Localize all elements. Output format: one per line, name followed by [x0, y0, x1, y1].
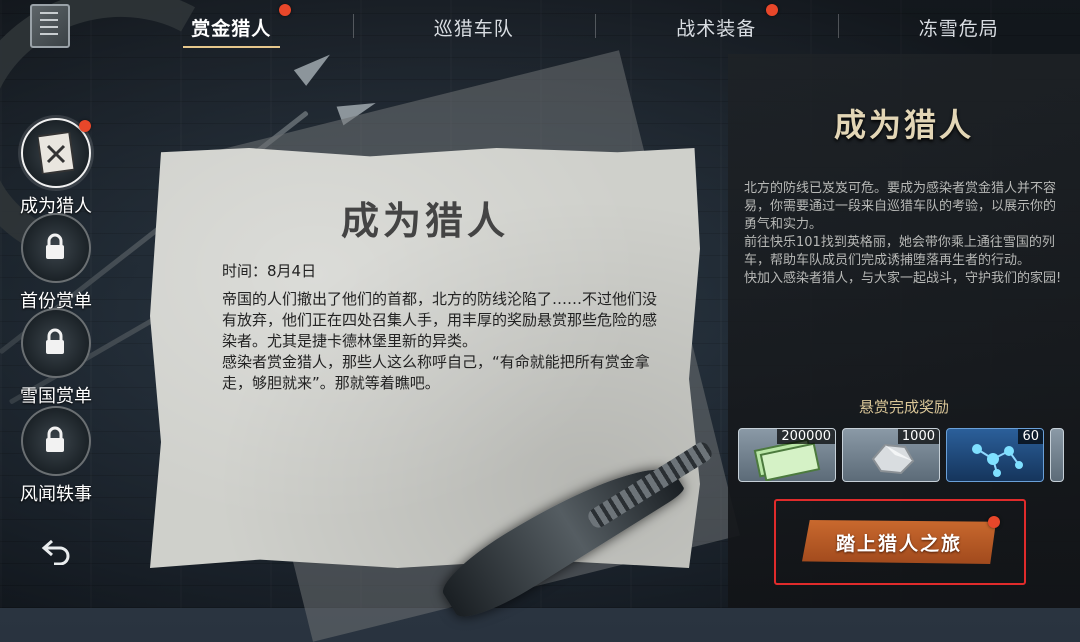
tab-label: 冻雪危局 [919, 14, 999, 41]
reward-list: 200000 1000 60 [738, 428, 1078, 480]
sidebar-item-label: 雪国赏单 [6, 382, 106, 408]
back-arrow-icon[interactable] [40, 535, 74, 565]
paper-date: 时间：8月4日 [222, 260, 316, 281]
start-hunter-journey-button[interactable]: 踏上猎人之旅 [802, 520, 996, 564]
notification-dot-icon [766, 4, 778, 16]
nav-icon-frame [21, 406, 91, 476]
tab-frozen-crisis[interactable]: 冻雪危局 [838, 0, 1080, 54]
panel-paragraph: 快加入感染者猎人，与大家一起战斗，守护我们的家园! [744, 270, 1062, 288]
sidebar-item-snow-bounty[interactable]: 雪国赏单 [6, 308, 106, 408]
quest-detail-panel: 成为猎人 北方的防线已岌岌可危。要成为感染者赏金猎人并不容易，你需要通过一段来自… [728, 54, 1080, 608]
reward-overflow [1050, 428, 1064, 482]
tab-tactical-gear[interactable]: 战术装备 [595, 0, 838, 54]
tab-patrol-convoy[interactable]: 巡猎车队 [353, 0, 596, 54]
notification-dot-icon [79, 120, 91, 132]
bounty-poster-icon [38, 132, 74, 174]
tab-label: 赏金猎人 [191, 14, 271, 41]
panel-title: 成为猎人 [728, 100, 1080, 146]
lock-icon [41, 426, 69, 454]
paper-title: 成为猎人 [150, 190, 700, 245]
sidebar-item-become-hunter[interactable]: 成为猎人 [6, 118, 106, 218]
nav-icon-frame [21, 118, 91, 188]
reward-cash-voucher[interactable]: 200000 [738, 428, 836, 482]
reward-count: 200000 [777, 429, 835, 444]
reward-molecule[interactable]: 60 [946, 428, 1044, 482]
notification-dot-icon [988, 516, 1000, 528]
tab-label: 战术装备 [676, 14, 756, 41]
reward-silver-ore[interactable]: 1000 [842, 428, 940, 482]
sidebar-item-first-bounty[interactable]: 首份赏单 [6, 213, 106, 313]
panel-paragraph: 前往快乐101找到英格丽，她会带你乘上通往雪国的列车，帮助车队成员们完成诱捕堕落… [744, 234, 1062, 270]
sidebar-item-rumors[interactable]: 风闻轶事 [6, 406, 106, 506]
panel-description: 北方的防线已岌岌可危。要成为感染者赏金猎人并不容易，你需要通过一段来自巡猎车队的… [744, 180, 1062, 288]
nav-icon-frame [21, 308, 91, 378]
notification-dot-icon [279, 4, 291, 16]
sidebar-item-label: 风闻轶事 [6, 480, 106, 506]
paper-body: 帝国的人们撤出了他们的首都，北方的防线沦陷了……不过他们没有放弃，他们正在四处召… [222, 289, 662, 394]
top-tab-bar: 赏金猎人 巡猎车队 战术装备 冻雪危局 [110, 0, 1080, 54]
tab-label: 巡猎车队 [434, 14, 514, 41]
lock-icon [41, 233, 69, 261]
nav-icon-frame [21, 213, 91, 283]
paper-paragraph: 帝国的人们撤出了他们的首都，北方的防线沦陷了……不过他们没有放弃，他们正在四处召… [222, 289, 662, 352]
reward-count: 1000 [898, 429, 939, 444]
tab-bounty-hunter[interactable]: 赏金猎人 [110, 0, 353, 54]
panel-paragraph: 北方的防线已岌岌可危。要成为感染者赏金猎人并不容易，你需要通过一段来自巡猎车队的… [744, 180, 1062, 234]
reward-count: 60 [1018, 429, 1043, 444]
paper-paragraph: 感染者赏金猎人，那些人这么称呼自己，“有命就能把所有赏金拿走，够胆就来”。那就等… [222, 352, 662, 394]
reward-heading: 悬赏完成奖励 [728, 396, 1080, 417]
lock-icon [41, 328, 69, 356]
quest-book-icon[interactable] [30, 4, 70, 48]
